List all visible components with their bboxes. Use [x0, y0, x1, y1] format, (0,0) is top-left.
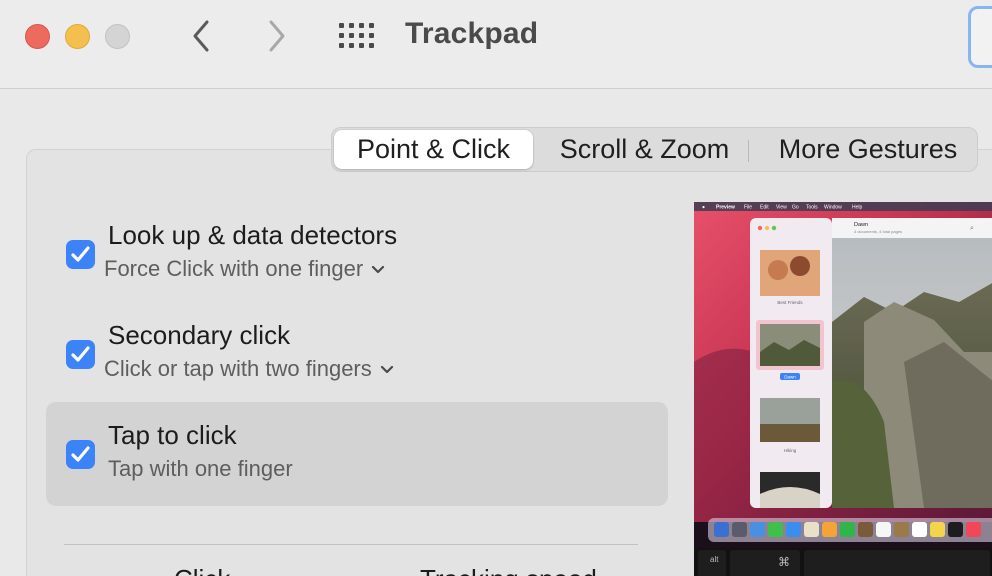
search-field[interactable]	[968, 6, 992, 68]
option-subtitle: Tap with one finger	[108, 456, 293, 481]
chevron-down-icon	[380, 366, 393, 374]
search-icon: ⌕	[970, 225, 974, 232]
close-window-button[interactable]	[25, 24, 50, 49]
preview-illustration: ● Preview File Edit View Go Tools Window…	[694, 202, 992, 576]
tab-separator	[748, 140, 749, 162]
menu-item: Help	[852, 205, 863, 211]
minimize-window-button[interactable]	[65, 24, 90, 49]
option-subtitle: Click or tap with two fingers	[104, 356, 372, 381]
thumbnail-label: Dawn	[784, 375, 796, 380]
thumbnail-label: Hiking	[784, 448, 797, 453]
option-secondary-click[interactable]: Secondary click Click or tap with two fi…	[46, 302, 668, 406]
window-title: Trackpad	[405, 17, 539, 50]
tap-to-click-checkbox[interactable]	[66, 440, 95, 469]
document-title: Dawn	[854, 222, 868, 228]
menu-item: Preview	[716, 205, 735, 211]
look-up-gesture-dropdown[interactable]: Force Click with one finger	[104, 256, 385, 282]
forward-button[interactable]	[262, 18, 290, 54]
option-tap-to-click[interactable]: Tap to click Tap with one finger	[46, 402, 668, 506]
menu-item: Tools	[806, 205, 818, 211]
chevron-down-icon	[372, 266, 385, 274]
tracking-speed-label: Tracking speed	[420, 564, 597, 576]
gesture-preview-image: ● Preview File Edit View Go Tools Window…	[694, 202, 992, 576]
click-pressure-label: Click	[174, 564, 230, 576]
look-up-checkbox[interactable]	[66, 240, 95, 269]
tab-point-and-click[interactable]: Point & Click	[334, 130, 533, 169]
tab-more-gestures[interactable]: More Gestures	[760, 128, 976, 171]
secondary-click-gesture-dropdown[interactable]: Click or tap with two fingers	[104, 356, 394, 382]
title-bar: Trackpad	[0, 0, 992, 89]
document-subtitle: 4 documents, 4 total pages	[854, 229, 902, 234]
zoom-window-button	[105, 24, 130, 49]
menu-item: Edit	[760, 205, 769, 211]
command-key-icon: ⌘	[778, 555, 790, 569]
keyboard-key-label: alt	[710, 555, 719, 564]
checkmark-icon	[71, 346, 90, 362]
show-all-button[interactable]	[338, 22, 376, 50]
thumbnail-label: Best Friends	[777, 300, 803, 305]
checkmark-icon	[71, 246, 90, 262]
menu-item: Window	[824, 205, 842, 211]
secondary-click-checkbox[interactable]	[66, 340, 95, 369]
tab-bar: Point & Click Scroll & Zoom More Gesture…	[331, 127, 978, 172]
menu-item: View	[776, 205, 787, 211]
option-look-up[interactable]: Look up & data detectors Force Click wit…	[46, 202, 668, 306]
option-title: Secondary click	[108, 320, 291, 350]
menu-item: Go	[792, 205, 799, 211]
menu-item: File	[744, 205, 752, 211]
section-divider	[64, 544, 638, 545]
back-button[interactable]	[188, 18, 216, 54]
checkmark-icon	[71, 446, 90, 462]
chevron-left-icon	[193, 20, 209, 52]
option-title: Tap to click	[108, 420, 237, 450]
option-title: Look up & data detectors	[108, 220, 398, 250]
grid-icon	[339, 23, 374, 48]
chevron-right-icon	[269, 20, 285, 52]
apple-menu-icon: ●	[702, 205, 705, 211]
tab-scroll-and-zoom[interactable]: Scroll & Zoom	[542, 128, 747, 171]
option-subtitle: Force Click with one finger	[104, 256, 364, 281]
